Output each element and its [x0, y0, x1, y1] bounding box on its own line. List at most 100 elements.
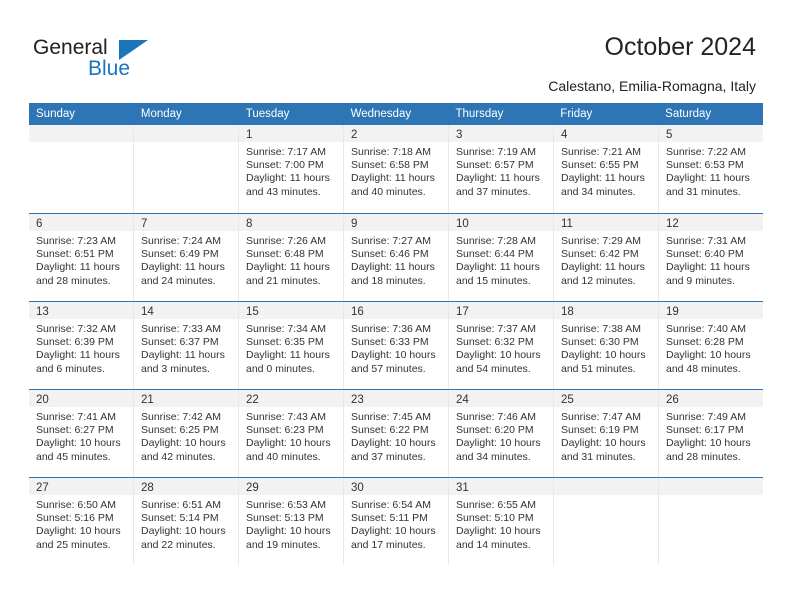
daylight-text-line1: Daylight: 10 hours	[456, 349, 541, 362]
day-number-band: 29	[239, 478, 343, 495]
daylight-text-line2: and 43 minutes.	[246, 185, 321, 198]
day-number: 29	[246, 482, 259, 494]
daylight-text-line2: and 6 minutes.	[36, 362, 105, 375]
sunrise-text: Sunrise: 7:17 AM	[246, 146, 326, 158]
calendar-day-cell-empty	[554, 478, 659, 565]
day-number: 10	[456, 218, 469, 230]
calendar-day-cell[interactable]: 10 Sunrise: 7:28 AM Sunset: 6:44 PM Dayligh…	[449, 214, 554, 301]
calendar-day-cell[interactable]: 9 Sunrise: 7:27 AM Sunset: 6:46 PM Daylight…	[344, 214, 449, 301]
day-number-band: 18	[554, 302, 658, 319]
calendar-day-cell[interactable]: 4 Sunrise: 7:21 AM Sunset: 6:55 PM Daylight…	[554, 125, 659, 213]
sunrise-text: Sunrise: 7:36 AM	[351, 323, 431, 335]
day-number: 27	[36, 482, 49, 494]
weekday-header-thursday: Thursday	[455, 108, 504, 120]
daylight-text-line2: and 15 minutes.	[456, 274, 531, 287]
sunset-text: Sunset: 6:46 PM	[351, 248, 429, 261]
page-header: General Blue October 2024 Calestano, Emi…	[0, 0, 792, 100]
day-number-band: 1	[239, 125, 343, 142]
sunrise-text: Sunrise: 7:34 AM	[246, 323, 326, 335]
calendar-day-cell[interactable]: 12 Sunrise: 7:31 AM Sunset: 6:40 PM Dayligh…	[659, 214, 763, 301]
calendar-day-cell[interactable]: 5 Sunrise: 7:22 AM Sunset: 6:53 PM Daylight…	[659, 125, 763, 213]
sunrise-text: Sunrise: 7:23 AM	[36, 235, 116, 247]
calendar-day-cell[interactable]: 14 Sunrise: 7:33 AM Sunset: 6:37 PM Dayligh…	[134, 302, 239, 389]
sunset-text: Sunset: 6:53 PM	[666, 159, 744, 172]
calendar-day-cell[interactable]: 15 Sunrise: 7:34 AM Sunset: 6:35 PM Dayligh…	[239, 302, 344, 389]
day-number-band: 31	[449, 478, 553, 495]
day-number-band: 21	[134, 390, 238, 407]
daylight-text-line1: Daylight: 11 hours	[561, 261, 645, 274]
day-number-band: 13	[29, 302, 133, 319]
calendar-day-cell[interactable]: 26 Sunrise: 7:49 AM Sunset: 6:17 PM Dayligh…	[659, 390, 763, 477]
calendar-day-cell[interactable]: 25 Sunrise: 7:47 AM Sunset: 6:19 PM Dayligh…	[554, 390, 659, 477]
day-number: 5	[666, 129, 673, 141]
daylight-text-line1: Daylight: 11 hours	[666, 261, 750, 274]
daylight-text-line1: Daylight: 10 hours	[36, 525, 121, 538]
calendar-day-cell[interactable]: 8 Sunrise: 7:26 AM Sunset: 6:48 PM Daylight…	[239, 214, 344, 301]
daylight-text-line1: Daylight: 10 hours	[561, 437, 646, 450]
calendar-day-cell[interactable]: 28 Sunrise: 6:51 AM Sunset: 5:14 PM Dayligh…	[134, 478, 239, 565]
general-blue-logo[interactable]: General Blue	[33, 36, 163, 86]
sunset-text: Sunset: 6:40 PM	[666, 248, 744, 261]
calendar-day-cell[interactable]: 2 Sunrise: 7:18 AM Sunset: 6:58 PM Daylight…	[344, 125, 449, 213]
calendar-day-cell-empty	[134, 125, 239, 213]
calendar-day-cell[interactable]: 19 Sunrise: 7:40 AM Sunset: 6:28 PM Dayligh…	[659, 302, 763, 389]
day-number: 15	[246, 306, 259, 318]
sunset-text: Sunset: 6:27 PM	[36, 424, 114, 437]
daylight-text-line1: Daylight: 11 hours	[351, 172, 435, 185]
calendar-day-cell[interactable]: 22 Sunrise: 7:43 AM Sunset: 6:23 PM Dayligh…	[239, 390, 344, 477]
day-number: 31	[456, 482, 469, 494]
sunrise-text: Sunrise: 7:46 AM	[456, 411, 536, 423]
daylight-text-line2: and 34 minutes.	[561, 185, 636, 198]
page-title: October 2024	[604, 33, 757, 61]
sunrise-text: Sunrise: 7:41 AM	[36, 411, 116, 423]
sunrise-text: Sunrise: 7:18 AM	[351, 146, 431, 158]
calendar-day-cell[interactable]: 18 Sunrise: 7:38 AM Sunset: 6:30 PM Dayligh…	[554, 302, 659, 389]
weekday-header-sunday: Sunday	[36, 108, 76, 120]
daylight-text-line1: Daylight: 11 hours	[456, 261, 540, 274]
daylight-text-line1: Daylight: 10 hours	[141, 525, 226, 538]
calendar-day-cell[interactable]: 24 Sunrise: 7:46 AM Sunset: 6:20 PM Dayligh…	[449, 390, 554, 477]
day-number-band	[134, 125, 238, 142]
calendar-day-cell[interactable]: 1 Sunrise: 7:17 AM Sunset: 7:00 PM Daylight…	[239, 125, 344, 213]
calendar-day-cell[interactable]: 29 Sunrise: 6:53 AM Sunset: 5:13 PM Dayligh…	[239, 478, 344, 565]
day-sun-info: Sunrise: 7:46 AM Sunset: 6:20 PM Daylight:…	[449, 407, 553, 464]
sunrise-text: Sunrise: 7:33 AM	[141, 323, 221, 335]
day-sun-info: Sunrise: 7:21 AM Sunset: 6:55 PM Daylight:…	[554, 142, 658, 199]
day-number: 2	[351, 129, 358, 141]
calendar-day-cell[interactable]: 6 Sunrise: 7:23 AM Sunset: 6:51 PM Daylight…	[29, 214, 134, 301]
sunset-text: Sunset: 6:33 PM	[351, 336, 429, 349]
calendar-day-cell[interactable]: 30 Sunrise: 6:54 AM Sunset: 5:11 PM Dayligh…	[344, 478, 449, 565]
day-number-band: 26	[659, 390, 763, 407]
calendar-day-cell[interactable]: 27 Sunrise: 6:50 AM Sunset: 5:16 PM Dayligh…	[29, 478, 134, 565]
sunrise-text: Sunrise: 7:22 AM	[666, 146, 746, 158]
day-number: 16	[351, 306, 364, 318]
day-sun-info: Sunrise: 7:47 AM Sunset: 6:19 PM Daylight:…	[554, 407, 658, 464]
calendar-day-cell[interactable]: 7 Sunrise: 7:24 AM Sunset: 6:49 PM Daylight…	[134, 214, 239, 301]
calendar-day-cell[interactable]: 11 Sunrise: 7:29 AM Sunset: 6:42 PM Dayligh…	[554, 214, 659, 301]
calendar-grid: Sunday Monday Tuesday Wednesday Thursday Frid…	[29, 103, 763, 565]
daylight-text-line2: and 0 minutes.	[246, 362, 315, 375]
sunset-text: Sunset: 6:20 PM	[456, 424, 534, 437]
calendar-day-cell[interactable]: 31 Sunrise: 6:55 AM Sunset: 5:10 PM Dayligh…	[449, 478, 554, 565]
calendar-day-cell[interactable]: 16 Sunrise: 7:36 AM Sunset: 6:33 PM Dayligh…	[344, 302, 449, 389]
day-sun-info: Sunrise: 7:45 AM Sunset: 6:22 PM Daylight:…	[344, 407, 448, 464]
day-number-band: 5	[659, 125, 763, 142]
daylight-text-line1: Daylight: 10 hours	[351, 437, 436, 450]
day-number-band	[554, 478, 658, 495]
calendar-day-cell[interactable]: 17 Sunrise: 7:37 AM Sunset: 6:32 PM Dayligh…	[449, 302, 554, 389]
daylight-text-line1: Daylight: 11 hours	[141, 261, 225, 274]
calendar-day-cell[interactable]: 21 Sunrise: 7:42 AM Sunset: 6:25 PM Dayligh…	[134, 390, 239, 477]
day-number: 19	[666, 306, 679, 318]
daylight-text-line1: Daylight: 11 hours	[36, 349, 120, 362]
calendar-day-cell[interactable]: 23 Sunrise: 7:45 AM Sunset: 6:22 PM Dayligh…	[344, 390, 449, 477]
sunrise-text: Sunrise: 7:42 AM	[141, 411, 221, 423]
calendar-day-cell[interactable]: 3 Sunrise: 7:19 AM Sunset: 6:57 PM Daylight…	[449, 125, 554, 213]
daylight-text-line2: and 40 minutes.	[246, 450, 321, 463]
daylight-text-line1: Daylight: 10 hours	[561, 349, 646, 362]
calendar-day-cell[interactable]: 13 Sunrise: 7:32 AM Sunset: 6:39 PM Dayligh…	[29, 302, 134, 389]
calendar-day-cell[interactable]: 20 Sunrise: 7:41 AM Sunset: 6:27 PM Dayligh…	[29, 390, 134, 477]
day-number: 22	[246, 394, 259, 406]
daylight-text-line1: Daylight: 11 hours	[351, 261, 435, 274]
day-number: 11	[561, 218, 573, 230]
daylight-text-line2: and 37 minutes.	[456, 185, 531, 198]
